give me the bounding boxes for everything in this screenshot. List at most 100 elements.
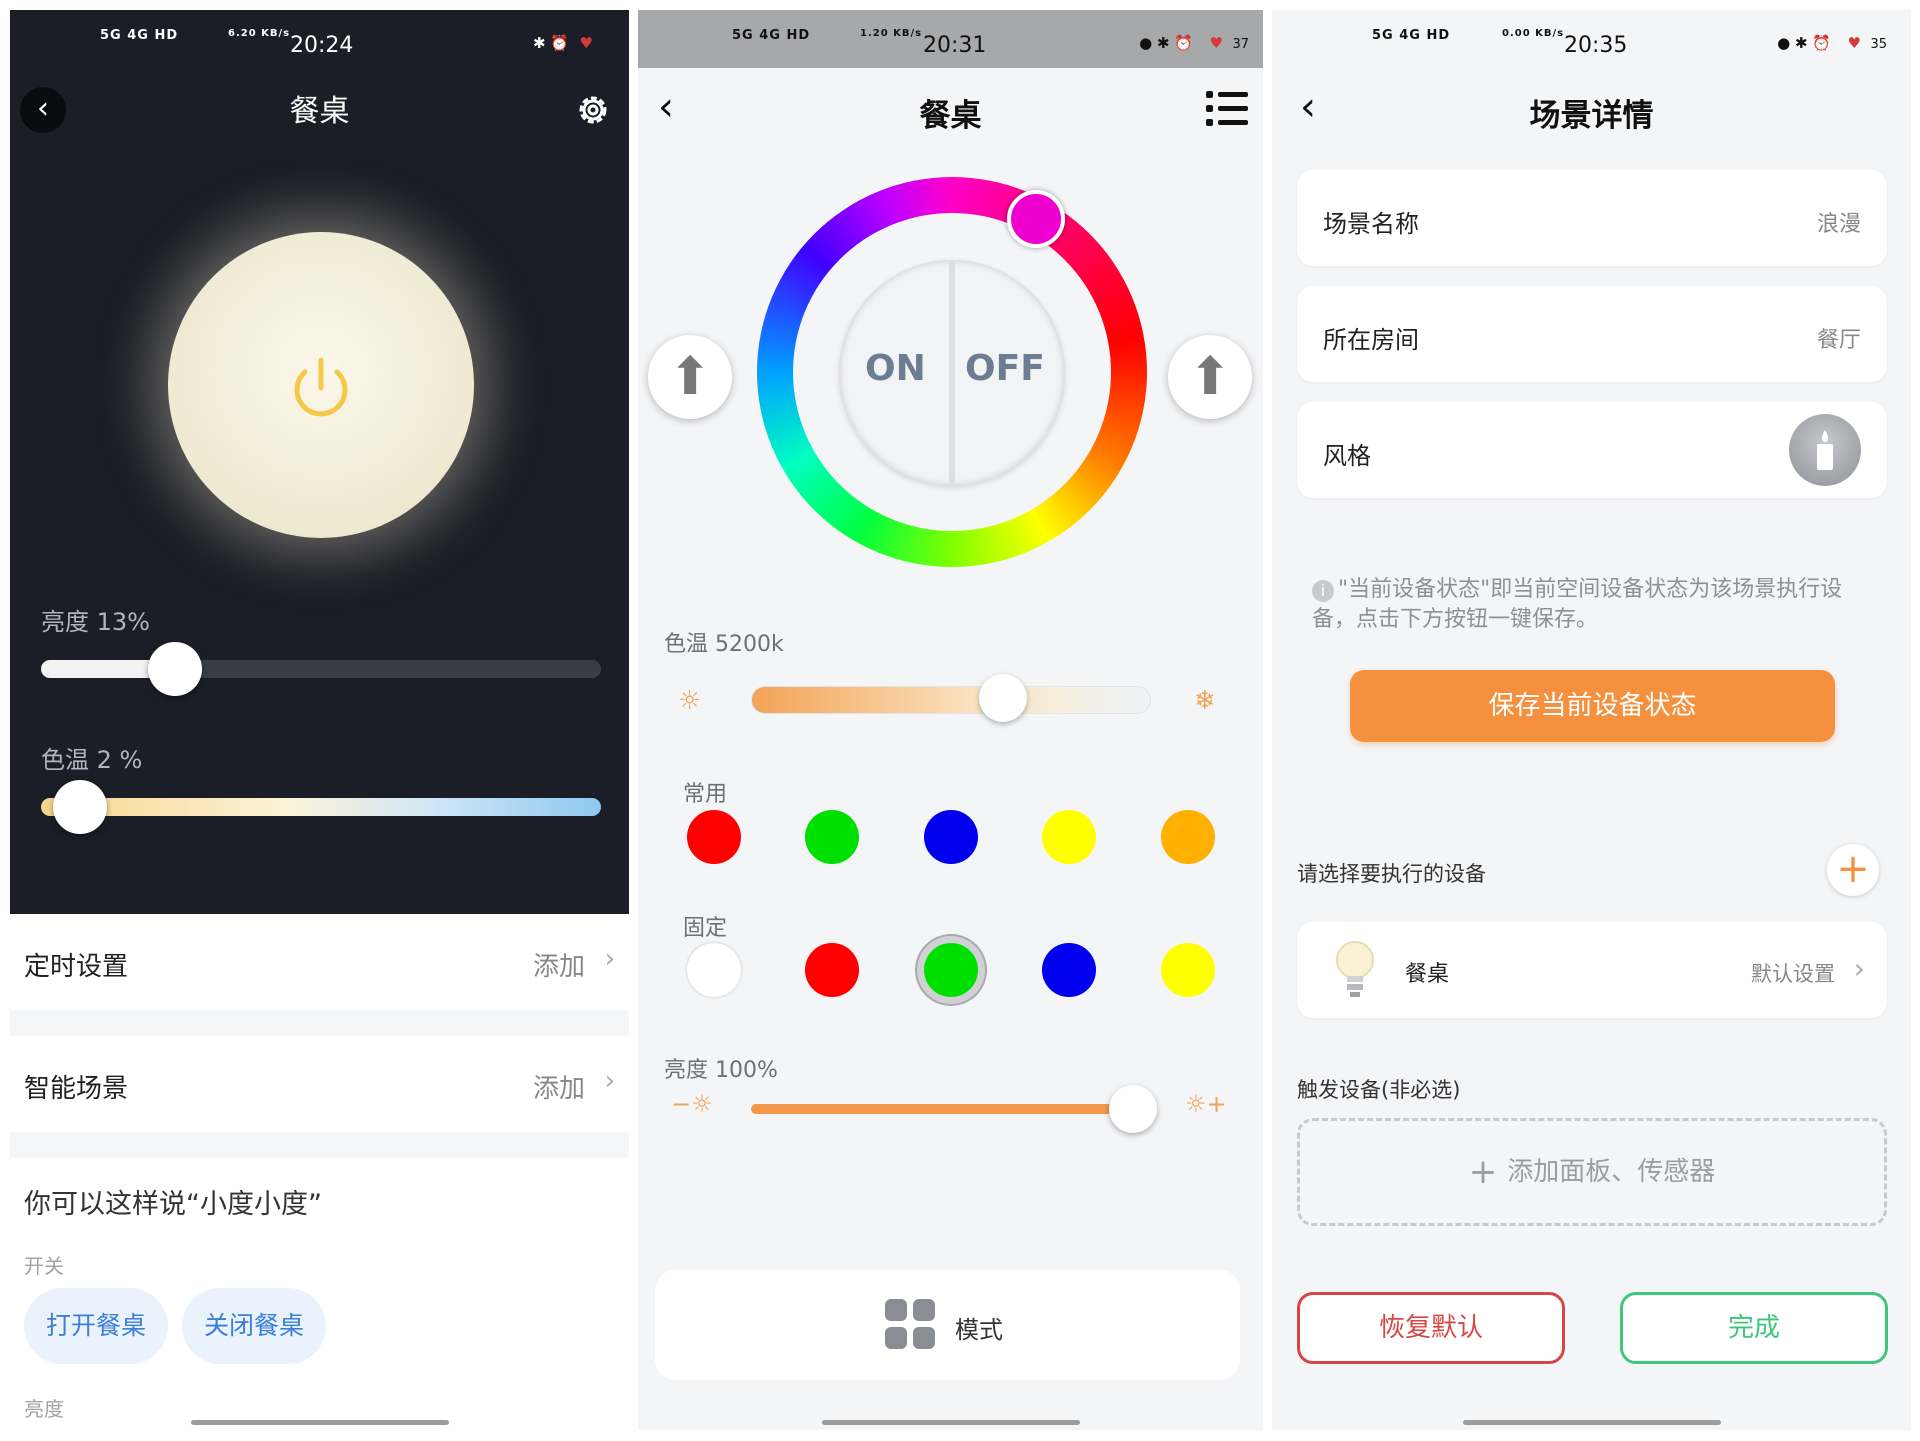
info-icon: i [1312, 580, 1334, 602]
status-time: 20:24 [290, 33, 354, 58]
heart-icon: ♥ [1209, 34, 1223, 52]
arrow-up-icon: ⬆ [1188, 347, 1232, 407]
restore-default-button[interactable]: 恢复默认 [1297, 1292, 1565, 1364]
smart-scene-row[interactable]: 智能场景 添加 › [10, 1036, 629, 1132]
brightness-increase-icon[interactable]: ☼+ [1185, 1090, 1227, 1118]
sun-icon: ☼ [678, 686, 702, 716]
fixed-swatch-white[interactable] [687, 943, 741, 997]
add-trigger-label: 添加面板、传感器 [1507, 1157, 1716, 1187]
device-setting: 默认设置 [1751, 962, 1835, 986]
row-label: 定时设置 [24, 952, 129, 982]
add-link[interactable]: 添加 [533, 1068, 585, 1105]
row-label: 智能场景 [24, 1074, 129, 1104]
color-temp-slider[interactable] [41, 798, 601, 816]
style-row[interactable]: 风格 [1297, 402, 1887, 498]
home-indicator[interactable] [821, 1420, 1080, 1425]
status-bar: 5G 4G HD 6.20 KB/s 20:24 ✱ ⏰ ♥ [10, 10, 629, 68]
divider [949, 260, 955, 486]
lamp-power-toggle[interactable] [168, 232, 474, 538]
color-swatch-blue[interactable] [924, 810, 978, 864]
next-arrow-button[interactable]: ⬆ [1168, 335, 1252, 419]
device-row[interactable]: 餐桌 默认设置 › [1297, 922, 1887, 1018]
info-text-block: i "当前设备状态"即当前空间设备状态为该场景执行设备，点击下方按钮一键保存。 [1312, 575, 1872, 635]
heart-icon: ♥ [1847, 34, 1861, 52]
scene-name-value: 浪漫 [1816, 212, 1861, 237]
style-label: 风格 [1323, 442, 1371, 470]
status-bar: 5G 4G HD 0.00 KB/s 20:35 ● ✱ ⏰ ♥ 35 [1272, 10, 1911, 68]
brightness-slider-knob[interactable] [1109, 1085, 1157, 1133]
power-icon [294, 357, 348, 417]
candle-style-icon[interactable] [1789, 414, 1861, 486]
gear-icon[interactable] [573, 90, 613, 130]
scene-name-row[interactable]: 场景名称 浪漫 [1297, 170, 1887, 266]
add-trigger-button[interactable]: + 添加面板、传感器 [1297, 1118, 1887, 1226]
light-control-panel: 5G 4G HD 6.20 KB/s 20:24 ✱ ⏰ ♥ ‹ 餐桌 亮度 1… [10, 10, 629, 1430]
status-bar: 5G 4G HD 1.20 KB/s 20:31 ● ✱ ⏰ ♥ 37 [638, 10, 1263, 68]
page-title: 场景详情 [1529, 98, 1654, 134]
brightness-decrease-icon[interactable]: −☼ [671, 1090, 713, 1118]
save-current-state-button[interactable]: 保存当前设备状态 [1350, 670, 1835, 742]
brightness-slider-knob[interactable] [147, 642, 202, 696]
page-title: 餐桌 [919, 98, 982, 134]
chevron-right-icon: › [1853, 952, 1865, 985]
color-swatch-orange[interactable] [1161, 810, 1215, 864]
mode-button[interactable]: 模式 [655, 1270, 1240, 1380]
page-title: 餐桌 [289, 94, 350, 129]
brightness-slider[interactable] [751, 1104, 1151, 1114]
brightness-label: 亮度 13% [41, 608, 150, 636]
done-button[interactable]: 完成 [1620, 1292, 1888, 1364]
voice-hint-title: 你可以这样说“小度小度” [24, 1189, 322, 1220]
plus-icon: + [1468, 1152, 1498, 1192]
timer-settings-row[interactable]: 定时设置 添加 › [10, 914, 629, 1010]
fixed-swatch-yellow[interactable] [1161, 943, 1215, 997]
common-colors-label: 常用 [683, 782, 728, 807]
network-speed: 6.20 KB/s [228, 28, 291, 39]
network-speed: 1.20 KB/s [860, 28, 923, 39]
command-close-pill[interactable]: 关闭餐桌 [182, 1288, 326, 1364]
status-time: 20:35 [1564, 33, 1628, 58]
color-temp-slider-knob[interactable] [53, 780, 108, 834]
brightness-label: 亮度 100% [664, 1058, 778, 1083]
color-swatch-green[interactable] [805, 810, 859, 864]
previous-arrow-button[interactable]: ⬆ [648, 335, 732, 419]
add-device-button[interactable]: + [1827, 844, 1879, 896]
on-button[interactable]: ON [865, 348, 926, 389]
mic-bluetooth-alarm-icon: ● ✱ ⏰ [1139, 34, 1193, 52]
menu-list-icon[interactable] [1206, 88, 1248, 130]
fixed-swatch-blue[interactable] [1042, 943, 1096, 997]
color-swatch-red[interactable] [687, 810, 741, 864]
home-indicator[interactable] [1462, 1420, 1721, 1425]
fixed-swatch-green[interactable] [924, 943, 978, 997]
brightness-slider[interactable] [41, 660, 601, 678]
network-indicator: 5G 4G HD [732, 28, 811, 43]
heart-icon: ♥ [579, 34, 593, 52]
mic-bluetooth-alarm-icon: ● ✱ ⏰ [1777, 34, 1831, 52]
fixed-swatch-red[interactable] [805, 943, 859, 997]
battery-level: 35 [1870, 37, 1887, 52]
trigger-section-label: 触发设备(非必选) [1297, 1078, 1461, 1102]
color-temp-slider-knob[interactable] [979, 674, 1027, 722]
chevron-right-icon: › [604, 1066, 615, 1096]
on-off-switch: ON OFF [839, 260, 1065, 486]
network-indicator: 5G 4G HD [1372, 28, 1451, 43]
devices-section-label: 请选择要执行的设备 [1297, 862, 1486, 886]
battery-level: 37 [1232, 37, 1249, 52]
bluetooth-alarm-icon: ✱ ⏰ [532, 34, 569, 52]
device-name: 餐桌 [1405, 962, 1450, 987]
light-bulb-icon [1336, 941, 1374, 997]
chevron-right-icon: › [604, 944, 615, 974]
room-row[interactable]: 所在房间 餐厅 [1297, 286, 1887, 382]
color-temp-slider[interactable] [751, 686, 1151, 714]
fixed-colors-label: 固定 [683, 916, 728, 941]
mode-grid-icon [885, 1299, 935, 1349]
mode-label: 模式 [955, 1316, 1003, 1344]
color-temp-label: 色温 2 % [41, 746, 143, 774]
color-swatch-yellow[interactable] [1042, 810, 1096, 864]
home-indicator[interactable] [190, 1420, 449, 1425]
off-button[interactable]: OFF [965, 348, 1045, 389]
command-open-pill[interactable]: 打开餐桌 [24, 1288, 168, 1364]
plus-icon: + [1836, 846, 1870, 892]
add-link[interactable]: 添加 [533, 946, 585, 983]
color-wheel-knob[interactable] [1007, 190, 1065, 248]
snowflake-icon: ❄ [1194, 686, 1216, 716]
